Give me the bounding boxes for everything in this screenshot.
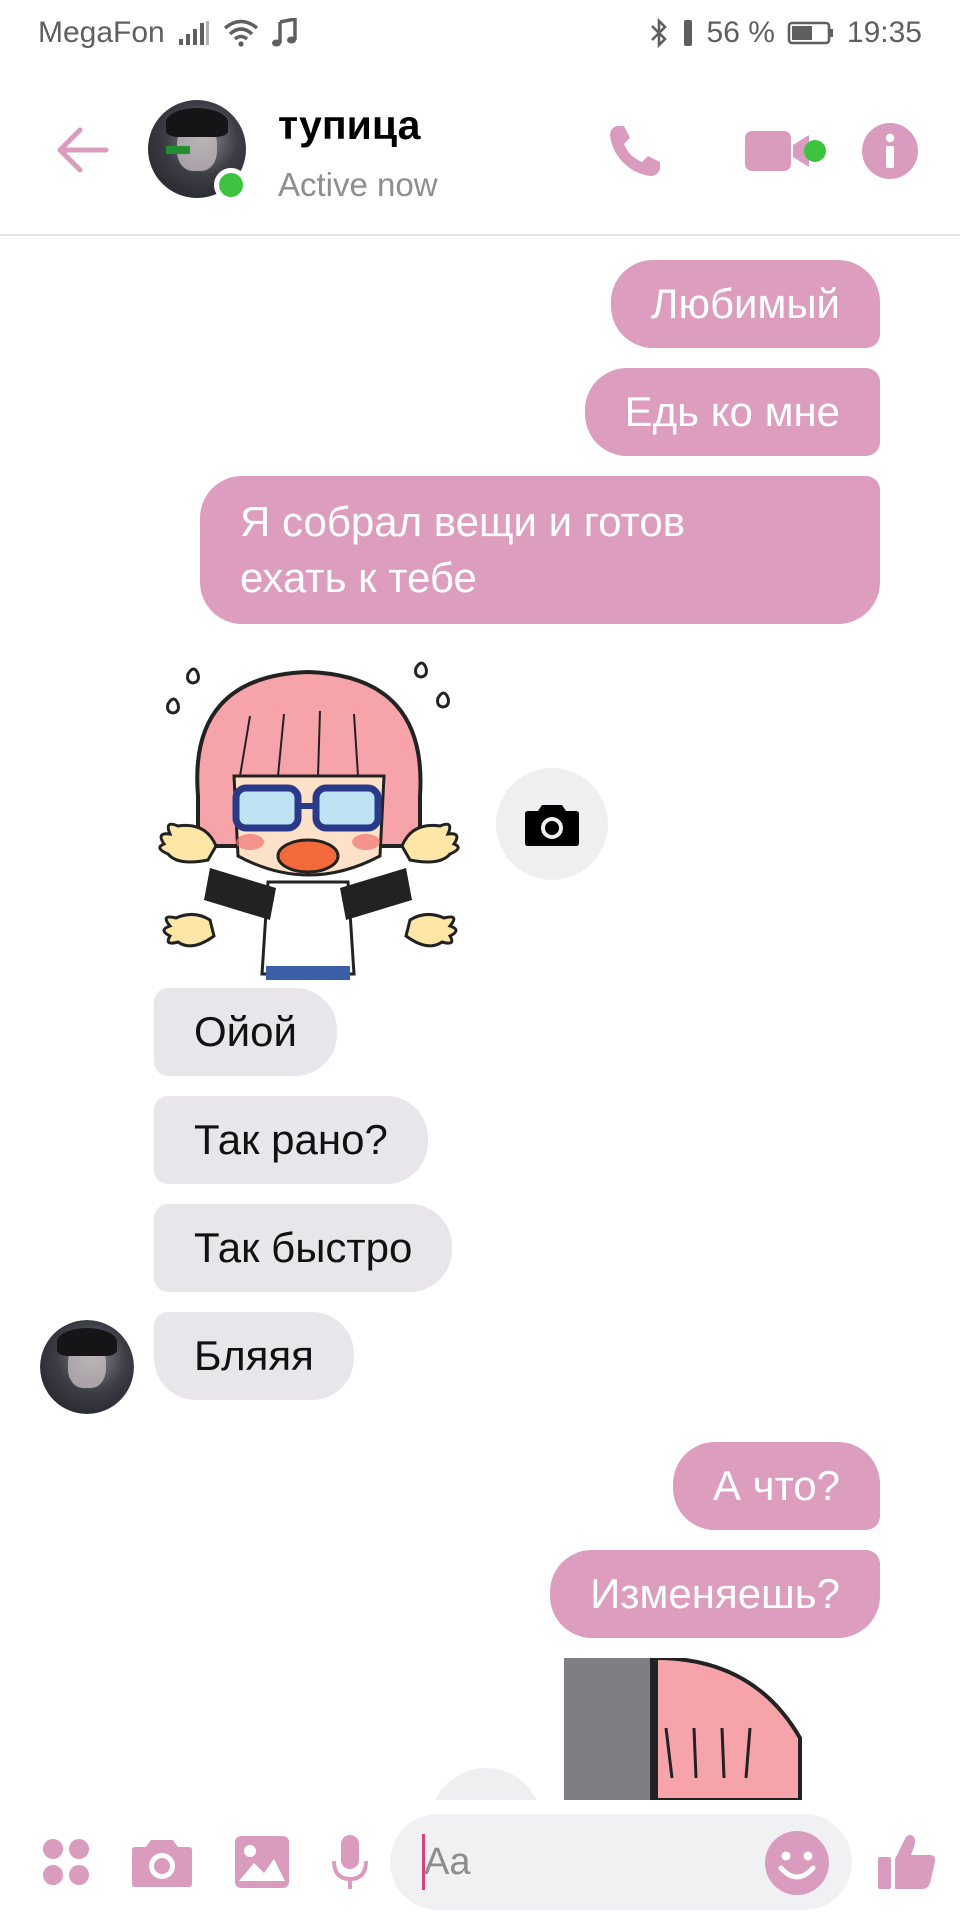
sticker-image[interactable] <box>158 656 468 986</box>
message-text: Ойой <box>194 1008 297 1055</box>
message-outgoing[interactable]: Я собрал вещи и готов ехать к тебе <box>200 476 880 624</box>
bluetooth-icon <box>649 18 669 48</box>
like-button[interactable] <box>872 1830 942 1894</box>
vibrate-icon <box>681 18 695 48</box>
contact-name[interactable]: тупица <box>278 102 420 149</box>
image-icon <box>235 1836 289 1888</box>
signal-icon <box>177 19 211 47</box>
arrow-left-icon <box>57 127 109 173</box>
contact-avatar[interactable] <box>148 100 248 202</box>
composer-bar <box>0 1800 960 1920</box>
sticker-camera-button[interactable] <box>430 1768 542 1800</box>
sticker-image[interactable] <box>564 1658 804 1800</box>
message-text: Едь ко мне <box>624 388 840 435</box>
phone-icon <box>610 126 660 176</box>
battery-percent: 56 % <box>706 16 775 49</box>
message-incoming[interactable]: Так быстро <box>154 1204 453 1292</box>
info-icon <box>862 123 918 179</box>
thumbs-up-icon <box>878 1835 936 1889</box>
video-call-button[interactable] <box>724 116 834 186</box>
microphone-icon <box>332 1835 368 1889</box>
sticker-camera-button[interactable] <box>496 768 608 880</box>
camera-icon <box>525 805 579 846</box>
message-input[interactable] <box>424 1832 754 1892</box>
message-text: Бляяя <box>194 1332 314 1379</box>
status-bar-left: MegaFon <box>38 16 297 50</box>
message-outgoing[interactable]: Изменяешь? <box>550 1550 880 1638</box>
message-outgoing[interactable]: Едь ко мне <box>584 368 880 456</box>
call-button[interactable] <box>600 116 670 186</box>
smiley-icon <box>765 1831 829 1895</box>
camera-button[interactable] <box>130 1830 194 1894</box>
status-bar: MegaFon 56 % 19:35 <box>0 0 960 66</box>
message-text: А что? <box>712 1462 840 1509</box>
clock: 19:35 <box>846 16 922 49</box>
message-text: Любимый <box>650 280 840 327</box>
four-dots-icon <box>43 1839 89 1885</box>
contact-status: Active now <box>278 166 438 203</box>
online-indicator <box>214 168 248 202</box>
wifi-icon <box>223 19 259 47</box>
emoji-button[interactable] <box>764 1830 830 1896</box>
apps-button[interactable] <box>34 1830 98 1894</box>
avatar-badge <box>166 146 190 154</box>
message-text-line: Я собрал вещи и готов <box>240 498 686 545</box>
music-note-icon <box>271 18 297 48</box>
message-incoming[interactable]: Ойой <box>154 988 337 1076</box>
carrier-name: MegaFon <box>38 16 165 49</box>
message-text: Так быстро <box>194 1224 413 1271</box>
message-text-line: ехать к тебе <box>240 554 477 601</box>
message-list[interactable]: Любимый Едь ко мне Я собрал вещи и готов… <box>0 238 960 1800</box>
battery-icon <box>787 20 835 46</box>
avatar-image <box>40 1320 134 1414</box>
status-bar-right: 56 % 19:35 <box>649 16 922 50</box>
sender-avatar[interactable] <box>40 1320 134 1414</box>
voice-button[interactable] <box>318 1830 382 1894</box>
message-incoming[interactable]: Бляяя <box>154 1312 354 1400</box>
message-input-field[interactable] <box>390 1814 852 1910</box>
camera-icon <box>132 1840 192 1887</box>
message-outgoing[interactable]: Любимый <box>610 260 880 348</box>
message-text: Так рано? <box>194 1116 388 1163</box>
info-button[interactable] <box>858 116 922 186</box>
message-incoming[interactable]: Так рано? <box>154 1096 428 1184</box>
gallery-button[interactable] <box>230 1830 294 1894</box>
video-online-indicator <box>804 140 826 162</box>
chat-header: тупица Active now <box>0 66 960 236</box>
message-outgoing[interactable]: А что? <box>672 1442 880 1530</box>
message-text: Изменяешь? <box>590 1570 840 1617</box>
back-button[interactable] <box>50 118 114 182</box>
